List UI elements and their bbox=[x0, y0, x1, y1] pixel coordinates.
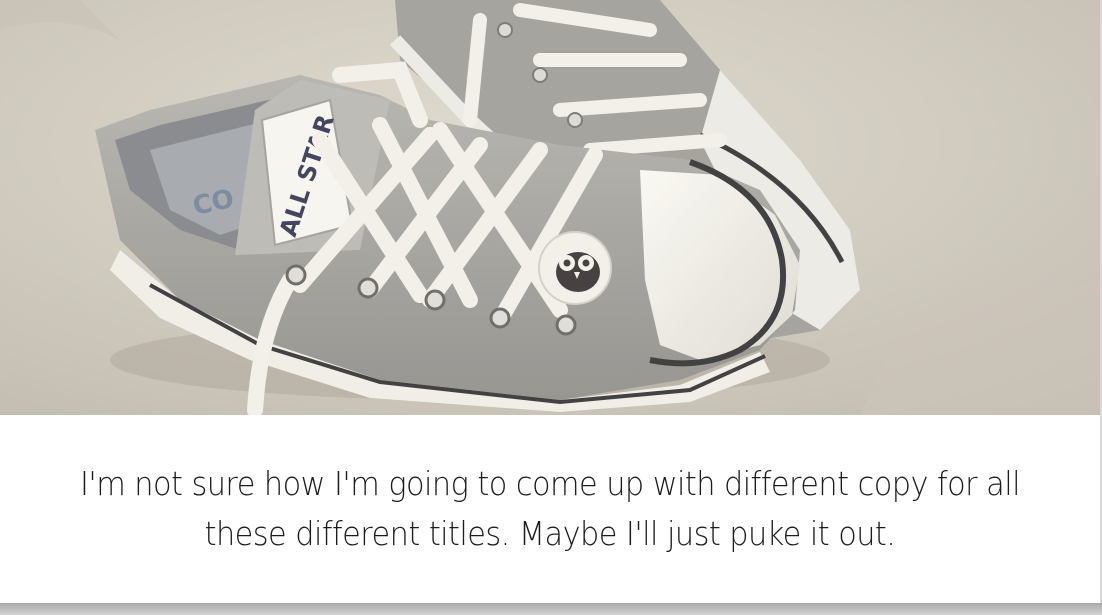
page-bottom-shadow bbox=[0, 603, 1102, 615]
caption-area: I'm not sure how I'm going to come up wi… bbox=[0, 415, 1100, 603]
hero-image: CO ALL STAR bbox=[0, 0, 1100, 415]
sneakers-photo: CO ALL STAR bbox=[0, 0, 1100, 415]
content-card: CO ALL STAR I'm not sure how I'm going t… bbox=[0, 0, 1102, 603]
caption-text: I'm not sure how I'm going to come up wi… bbox=[79, 464, 1021, 553]
